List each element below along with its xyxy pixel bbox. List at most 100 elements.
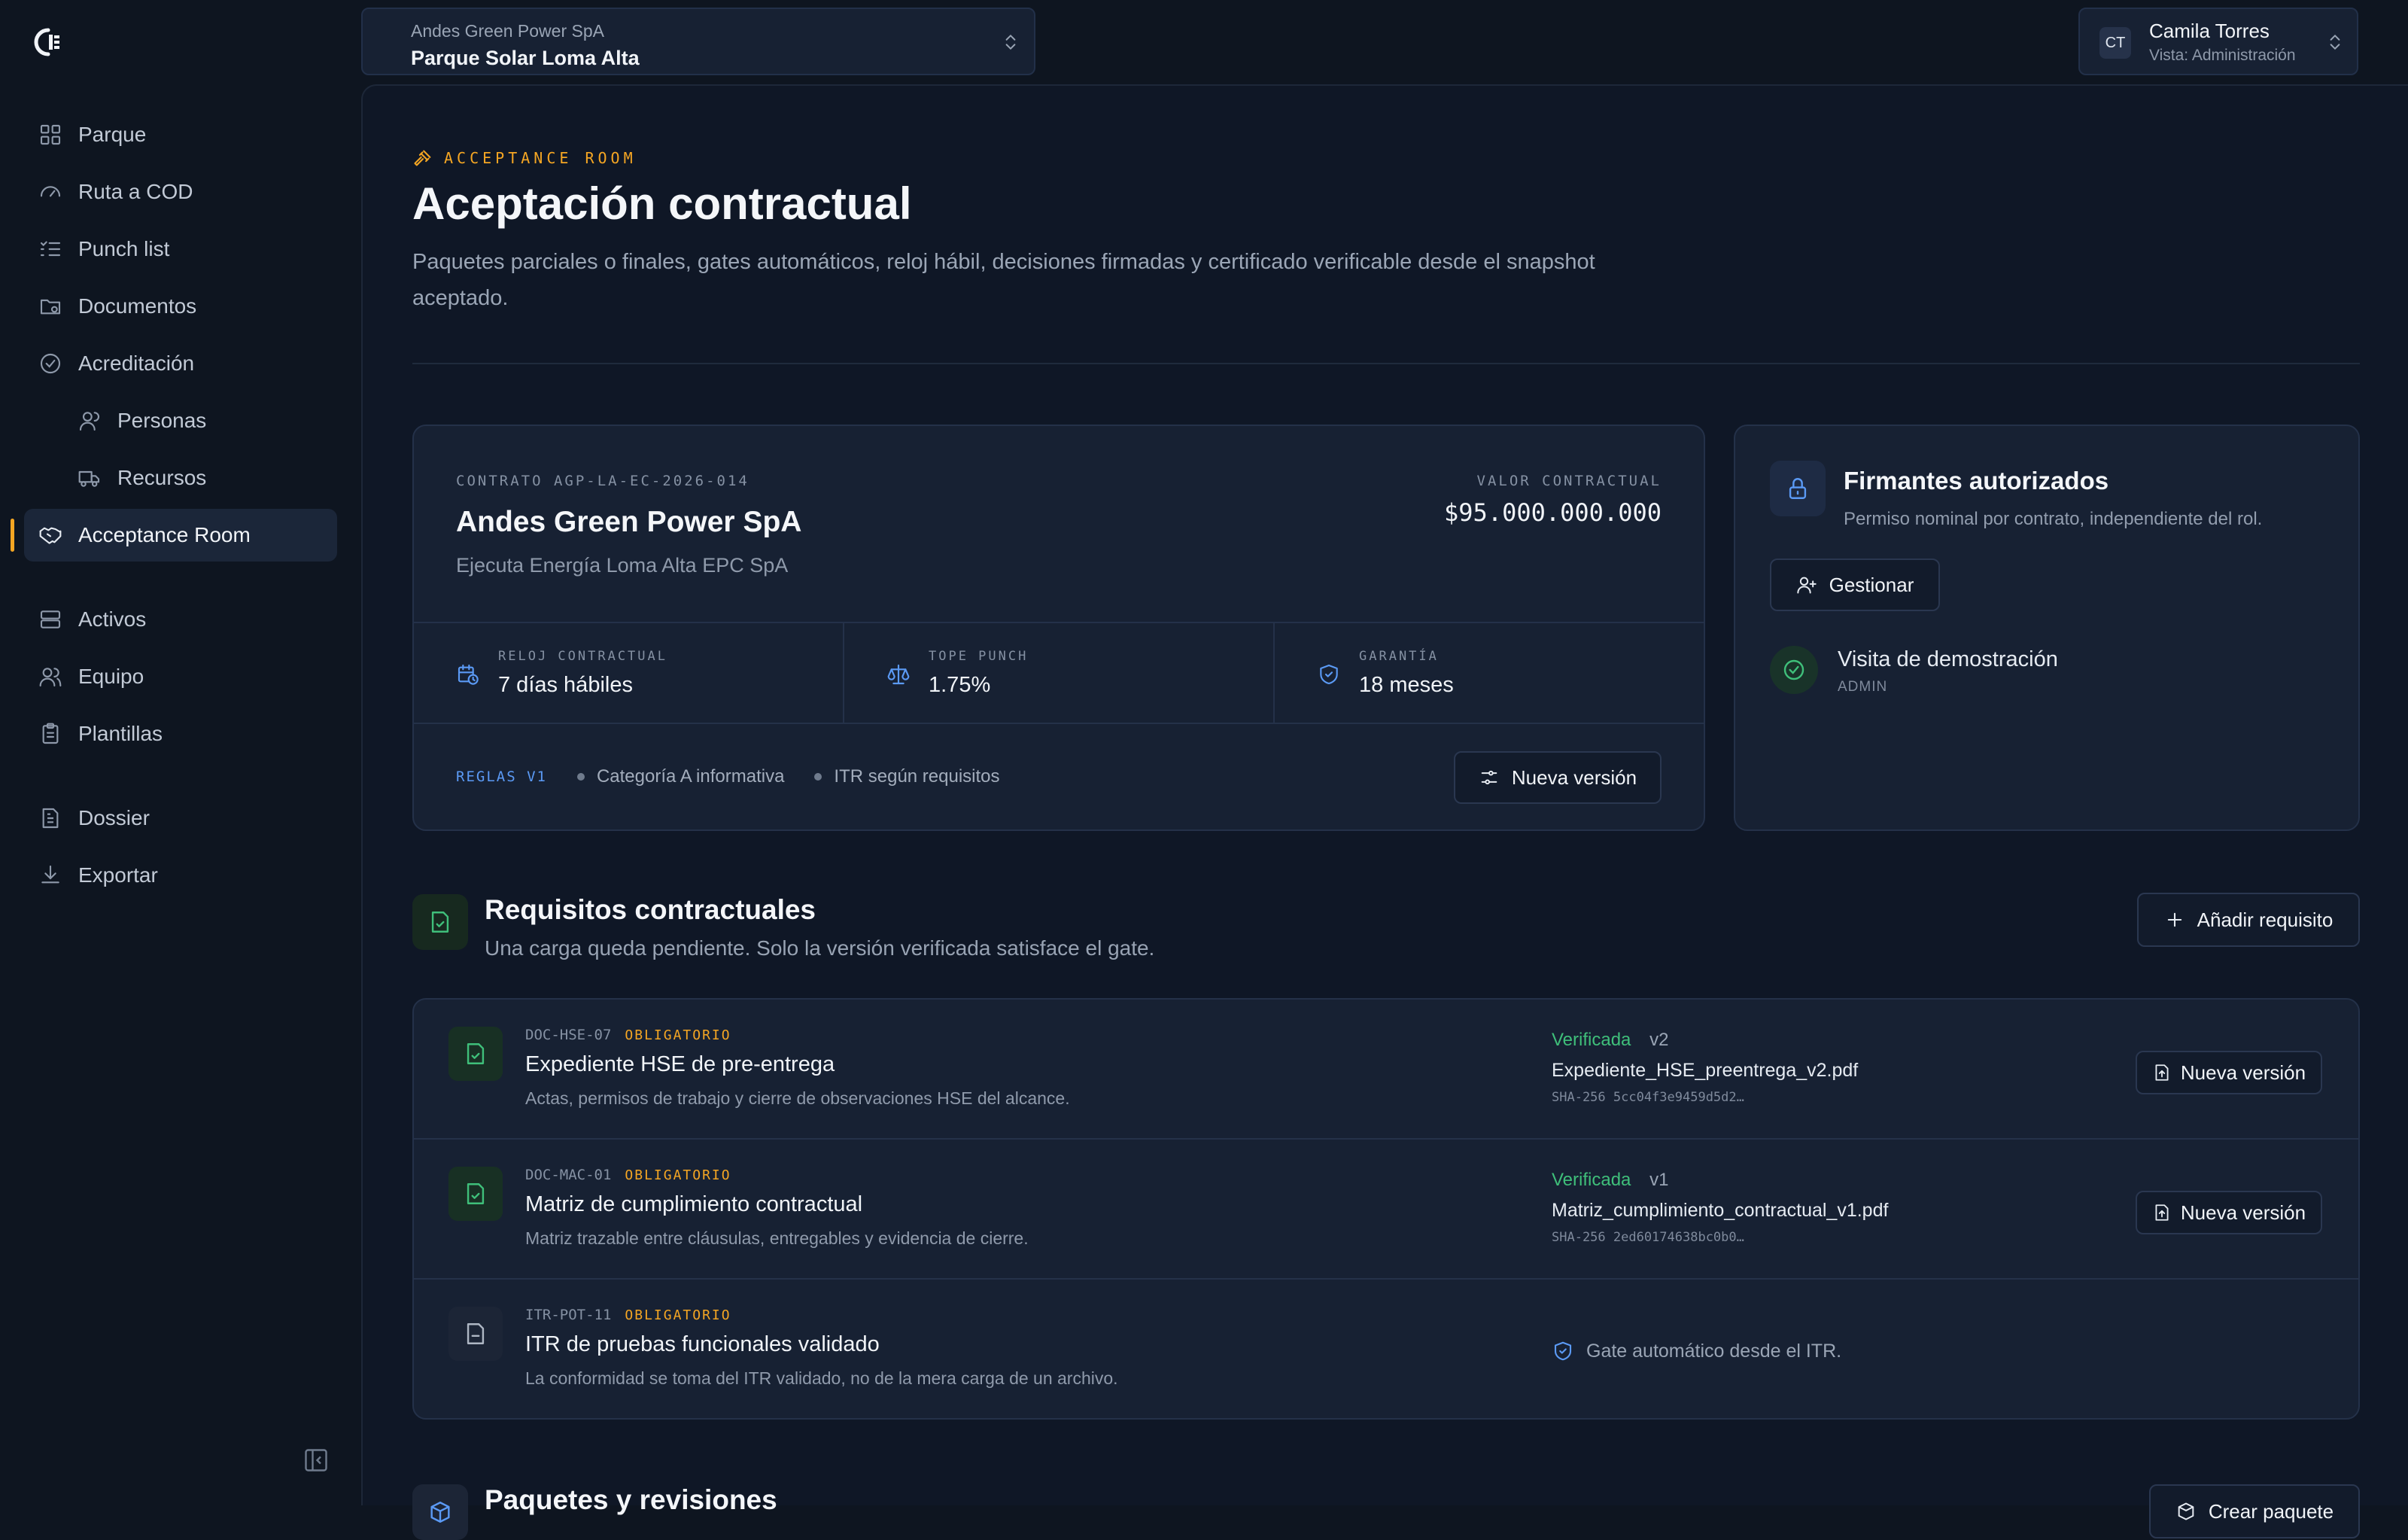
packages-icon-box bbox=[412, 1484, 468, 1540]
stat-garantia: GARANTÍA 18 meses bbox=[1275, 623, 1704, 723]
status-text: Verificada bbox=[1552, 1170, 1631, 1190]
nav-label: Personas bbox=[117, 409, 207, 432]
requirement-code: ITR-POT-11 bbox=[525, 1307, 612, 1323]
page-title: Aceptación contractual bbox=[412, 178, 912, 229]
contract-stats: RELOJ CONTRACTUAL 7 días hábiles TOPE PU… bbox=[414, 622, 1704, 724]
requirement-file[interactable]: Matriz_cumplimiento_contractual_v1.pdf bbox=[1552, 1200, 1888, 1222]
handshake-icon bbox=[38, 522, 63, 548]
requirement-icon-box bbox=[448, 1167, 503, 1221]
eyebrow-text: ACCEPTANCE ROOM bbox=[444, 149, 637, 167]
plus-icon bbox=[2167, 912, 2181, 927]
requirement-description: Matriz trazable entre cláusulas, entrega… bbox=[525, 1228, 1029, 1248]
nav-item-plantillas[interactable]: Plantillas bbox=[24, 708, 337, 760]
requirement-icon-box bbox=[448, 1307, 503, 1361]
gate-note-text: Gate automático desde el ITR. bbox=[1586, 1340, 1842, 1362]
active-indicator bbox=[11, 519, 14, 552]
user-menu[interactable]: CT Camila Torres Vista: Administración bbox=[2078, 8, 2358, 75]
sidebar: Parque Ruta a COD Punch list Documentos … bbox=[0, 0, 361, 1505]
folder-icon bbox=[38, 294, 63, 319]
button-label: Añadir requisito bbox=[2197, 908, 2334, 931]
header-divider bbox=[412, 363, 2360, 364]
nav-item-acreditacion[interactable]: Acreditación bbox=[24, 337, 337, 390]
manage-signers-button[interactable]: Gestionar bbox=[1770, 558, 1940, 611]
truck-icon bbox=[77, 465, 102, 491]
nav-item-dossier[interactable]: Dossier bbox=[24, 792, 337, 845]
box-icon bbox=[430, 1502, 450, 1523]
shield-check-icon bbox=[1554, 1341, 1572, 1361]
scale-icon bbox=[887, 664, 910, 685]
main-content: ACCEPTANCE ROOM Aceptación contractual P… bbox=[361, 84, 2408, 1540]
project-selector[interactable]: Andes Green Power SpA Parque Solar Loma … bbox=[361, 8, 1035, 75]
nav-item-exportar[interactable]: Exportar bbox=[24, 849, 337, 902]
app-logo[interactable] bbox=[29, 24, 65, 60]
button-label: Nueva versión bbox=[1511, 765, 1637, 789]
bullet-dot bbox=[576, 773, 585, 781]
gauge-icon bbox=[38, 179, 63, 205]
requirement-row: ITR-POT-11 OBLIGATORIO ITR de pruebas fu… bbox=[414, 1280, 2358, 1418]
file-upload-icon bbox=[2155, 1204, 2169, 1221]
nav-item-equipo[interactable]: Equipo bbox=[24, 650, 337, 703]
version-text: v2 bbox=[1649, 1030, 1669, 1050]
nav-item-acceptance-room[interactable]: Acceptance Room bbox=[24, 509, 337, 562]
stat-tope-punch: TOPE PUNCH 1.75% bbox=[844, 623, 1275, 723]
nav-label: Ruta a COD bbox=[78, 180, 193, 203]
button-label: Nueva versión bbox=[2180, 1201, 2306, 1224]
add-requirement-button[interactable]: Añadir requisito bbox=[2137, 893, 2360, 947]
stat-value: 1.75% bbox=[929, 673, 991, 697]
contract-card: CONTRATO AGP-LA-EC-2026-014 Andes Green … bbox=[412, 425, 1705, 831]
nav-label: Acreditación bbox=[78, 352, 195, 375]
new-version-button[interactable]: Nueva versión bbox=[2136, 1051, 2322, 1094]
users-icon bbox=[38, 664, 63, 689]
project-name: Parque Solar Loma Alta bbox=[411, 47, 640, 69]
checklist-icon bbox=[38, 236, 63, 262]
nav-item-personas[interactable]: Personas bbox=[24, 394, 337, 447]
nav-label: Dossier bbox=[78, 806, 150, 829]
contract-value-label: VALOR CONTRACTUAL bbox=[1476, 473, 1662, 489]
chevron-updown-icon bbox=[2330, 34, 2340, 50]
calendar-clock-icon bbox=[458, 664, 479, 685]
rules-row: REGLAS V1 Categoría A informativa ITR se… bbox=[456, 766, 1030, 787]
chevron-updown-icon bbox=[1005, 34, 1016, 50]
contract-party: Andes Green Power SpA bbox=[456, 506, 802, 538]
lock-icon bbox=[1789, 478, 1807, 499]
requirements-list: DOC-HSE-07 OBLIGATORIO Expediente HSE de… bbox=[412, 998, 2360, 1420]
requirement-badge: OBLIGATORIO bbox=[625, 1167, 731, 1183]
create-package-button[interactable]: Crear paquete bbox=[2149, 1484, 2360, 1538]
nav-item-punch-list[interactable]: Punch list bbox=[24, 223, 337, 275]
requirement-code: DOC-MAC-01 bbox=[525, 1167, 612, 1183]
nav-item-recursos[interactable]: Recursos bbox=[24, 452, 337, 504]
page-subtitle: Paquetes parciales o finales, gates auto… bbox=[412, 250, 1595, 310]
file-check-icon bbox=[467, 1043, 485, 1064]
nav-item-parque[interactable]: Parque bbox=[24, 108, 337, 161]
file-text-icon bbox=[38, 805, 63, 831]
requirement-hash: SHA-256 2ed60174638bc0b0… bbox=[1552, 1230, 1744, 1245]
signer-role: ADMIN bbox=[1838, 679, 1888, 695]
file-check-icon bbox=[467, 1183, 485, 1204]
new-rules-version-button[interactable]: Nueva versión bbox=[1454, 751, 1662, 804]
new-version-button[interactable]: Nueva versión bbox=[2136, 1191, 2322, 1234]
requirement-name: Matriz de cumplimiento contractual bbox=[525, 1192, 863, 1216]
stat-value: 18 meses bbox=[1359, 673, 1454, 697]
gavel-icon bbox=[414, 150, 431, 166]
requirement-hash: SHA-256 5cc04f3e9459d5d2… bbox=[1552, 1090, 1744, 1105]
requirement-icon-box bbox=[448, 1027, 503, 1081]
box-plus-icon bbox=[2178, 1502, 2194, 1520]
requirements-icon-box bbox=[412, 894, 468, 950]
sidebar-collapse-icon[interactable] bbox=[303, 1447, 330, 1474]
requirement-file[interactable]: Expediente_HSE_preentrega_v2.pdf bbox=[1552, 1060, 1858, 1082]
stat-label: TOPE PUNCH bbox=[929, 649, 1029, 664]
gate-note: Gate automático desde el ITR. bbox=[1552, 1340, 1841, 1362]
nav-item-activos[interactable]: Activos bbox=[24, 593, 337, 646]
user-role: Vista: Administración bbox=[2149, 47, 2296, 64]
requirement-code-row: ITR-POT-11 OBLIGATORIO bbox=[525, 1307, 731, 1323]
nav-item-documentos[interactable]: Documentos bbox=[24, 280, 337, 333]
signers-card: Firmantes autorizados Permiso nominal po… bbox=[1734, 425, 2360, 831]
download-icon bbox=[38, 863, 63, 888]
rules-version[interactable]: REGLAS V1 bbox=[456, 768, 547, 785]
button-label: Gestionar bbox=[1829, 573, 1914, 596]
requirements-subtitle: Una carga queda pendiente. Solo la versi… bbox=[485, 936, 1155, 960]
server-icon bbox=[38, 607, 63, 632]
requirement-name: Expediente HSE de pre-entrega bbox=[525, 1052, 835, 1076]
requirement-description: La conformidad se toma del ITR validado,… bbox=[525, 1368, 1118, 1388]
nav-item-ruta-cod[interactable]: Ruta a COD bbox=[24, 166, 337, 218]
